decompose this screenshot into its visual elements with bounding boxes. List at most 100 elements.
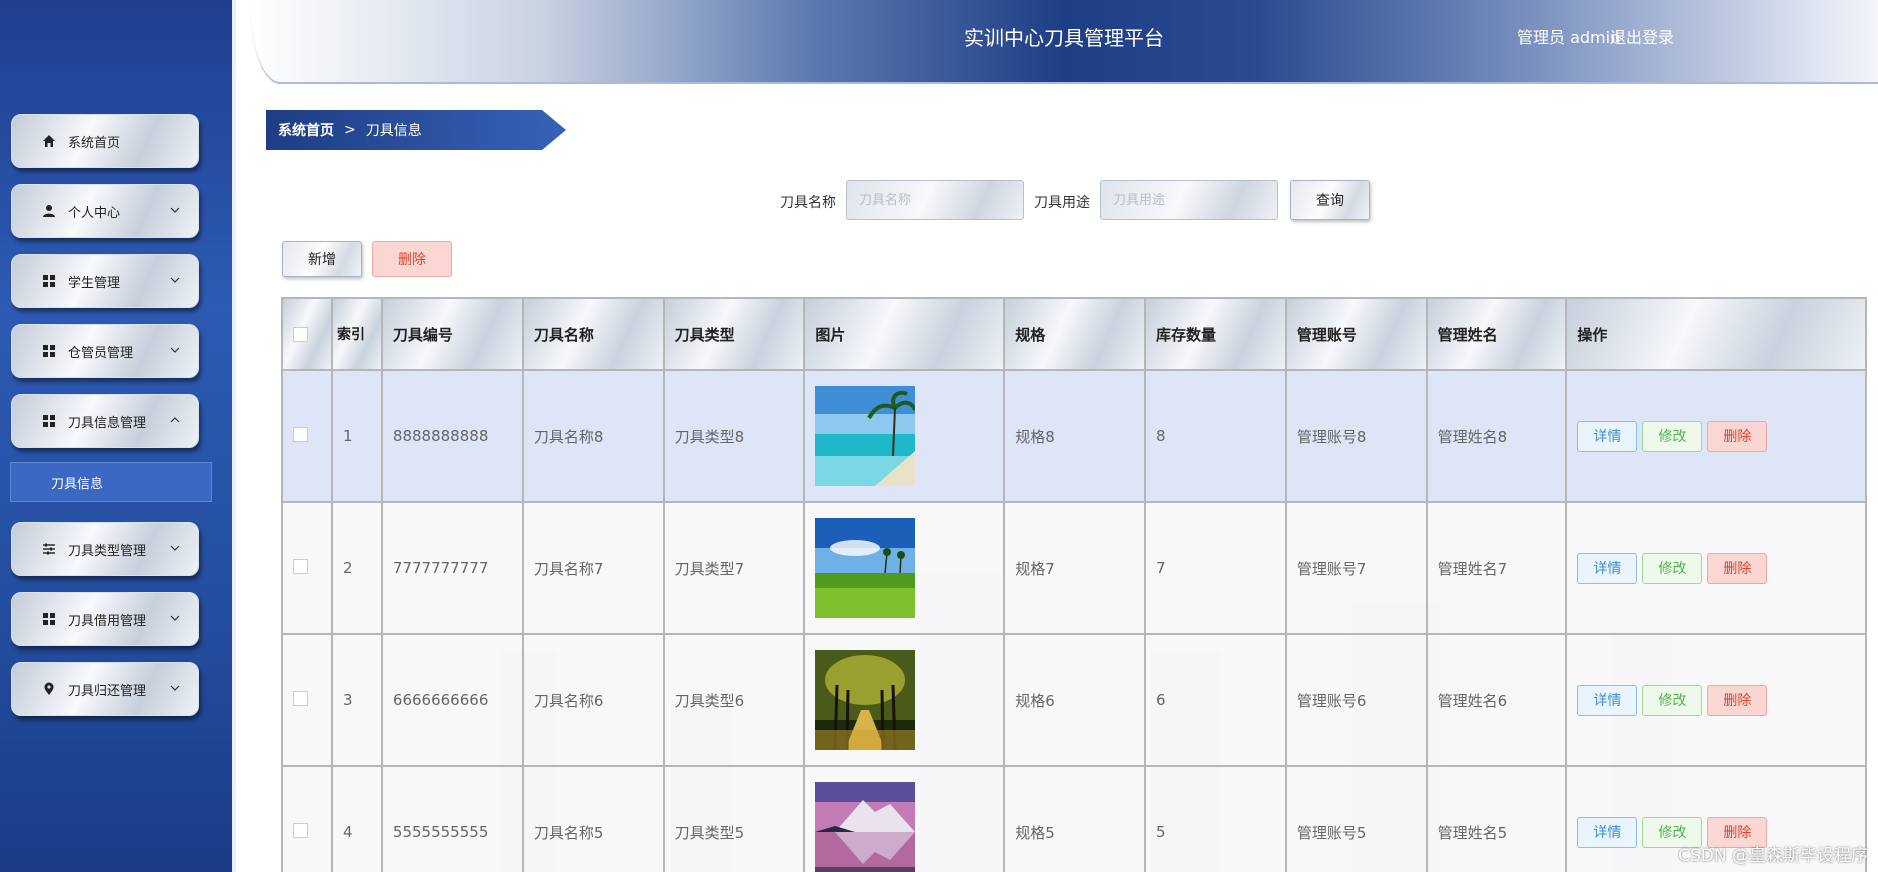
cell-ops: 详情 修改 删除 — [1565, 633, 1867, 767]
chevron-down-icon — [170, 207, 180, 213]
batch-delete-button[interactable]: 删除 — [372, 241, 452, 277]
sidebar-item-label: 学生管理 — [68, 275, 121, 291]
cell-account: 管理账号8 — [1284, 369, 1428, 503]
cell-image — [803, 765, 1006, 872]
home-icon — [42, 134, 56, 148]
location-icon — [42, 682, 56, 696]
beach-photo[interactable] — [815, 386, 916, 486]
cell-manager: 管理姓名6 — [1425, 633, 1568, 767]
edit-button[interactable]: 修改 — [1642, 420, 1703, 452]
column-header-spec: 规格 — [1003, 297, 1147, 371]
cell-index: 4 — [330, 765, 383, 872]
row-select-cell — [281, 765, 333, 872]
sidebar-subitem-tool-info[interactable]: 刀具信息 — [10, 462, 212, 502]
row-checkbox[interactable] — [293, 558, 308, 574]
detail-button[interactable]: 详情 — [1577, 684, 1638, 716]
add-button[interactable]: 新增 — [282, 241, 362, 277]
sidebar-item-warehouse-keepers[interactable]: 仓管员管理 — [11, 324, 199, 378]
row-select-cell — [281, 633, 333, 767]
cell-index: 3 — [330, 633, 383, 767]
mountain-lake-photo[interactable] — [815, 782, 916, 872]
delete-button[interactable]: 删除 — [1707, 420, 1768, 452]
top-header: 实训中心刀具管理平台 管理员 admin 退出登录 — [250, 0, 1878, 84]
cell-image — [803, 369, 1006, 503]
search-name-input[interactable] — [846, 180, 1024, 220]
search-use-label: 刀具用途 — [1034, 195, 1090, 211]
cell-name: 刀具名称8 — [521, 369, 665, 503]
detail-button[interactable]: 详情 — [1577, 420, 1638, 452]
detail-button[interactable]: 详情 — [1577, 816, 1638, 848]
sidebar-item-personal-center[interactable]: 个人中心 — [11, 184, 199, 238]
sidebar-item-label: 刀具借用管理 — [68, 613, 147, 629]
breadcrumb-home[interactable]: 系统首页 — [278, 120, 334, 140]
meadow-photo[interactable] — [815, 518, 916, 618]
breadcrumb-current: 刀具信息 — [365, 123, 422, 139]
column-header-ops: 操作 — [1565, 297, 1867, 371]
row-checkbox[interactable] — [293, 690, 308, 706]
cell-account: 管理账号7 — [1284, 501, 1428, 635]
user-icon — [42, 204, 56, 218]
sidebar-item-label: 个人中心 — [68, 205, 121, 221]
cell-spec: 规格7 — [1003, 501, 1147, 635]
breadcrumb: 系统首页 > 刀具信息 — [266, 110, 566, 150]
row-checkbox[interactable] — [293, 822, 308, 838]
search-use-input[interactable] — [1100, 180, 1278, 220]
cell-manager: 管理姓名5 — [1425, 765, 1568, 872]
cell-stock: 5 — [1144, 765, 1287, 872]
edit-button[interactable]: 修改 — [1642, 684, 1703, 716]
delete-button[interactable]: 删除 — [1707, 684, 1768, 716]
cell-index: 1 — [330, 369, 383, 503]
cell-spec: 规格5 — [1003, 765, 1147, 872]
column-header-manager: 管理姓名 — [1425, 297, 1568, 371]
sidebar-item-label: 刀具归还管理 — [68, 683, 147, 699]
sidebar-item-students[interactable]: 学生管理 — [11, 254, 199, 308]
logout-link[interactable]: 退出登录 — [1610, 24, 1674, 48]
column-header-type: 刀具类型 — [662, 297, 806, 371]
grid-icon — [42, 612, 56, 626]
sidebar-item-tool-borrow[interactable]: 刀具借用管理 — [11, 592, 199, 646]
column-header-stock: 库存数量 — [1144, 297, 1287, 371]
cell-stock: 6 — [1144, 633, 1287, 767]
grid-icon — [42, 344, 56, 358]
cell-name: 刀具名称7 — [521, 501, 665, 635]
chevron-down-icon — [170, 545, 180, 551]
cell-code: 5555555555 — [380, 765, 524, 872]
edit-button[interactable]: 修改 — [1642, 552, 1703, 584]
query-button[interactable]: 查询 — [1290, 180, 1370, 220]
cell-manager: 管理姓名7 — [1425, 501, 1568, 635]
sidebar-item-tool-types[interactable]: 刀具类型管理 — [11, 522, 199, 576]
data-table: 索引 刀具编号 刀具名称 刀具类型 图片 规格 库存数量 管理账号 管理姓名 操… — [281, 297, 1867, 872]
cell-type: 刀具类型8 — [662, 369, 806, 503]
select-all-header[interactable] — [281, 297, 333, 371]
cell-image — [803, 633, 1006, 767]
row-select-cell — [281, 369, 333, 503]
cell-code: 7777777777 — [380, 501, 524, 635]
sliders-icon — [42, 542, 56, 556]
table-row[interactable]: 2 7777777777 刀具名称7 刀具类型7 规格7 7 管理账号7 管理姓… — [281, 501, 1867, 635]
table-row[interactable]: 3 6666666666 刀具名称6 刀具类型6 规格6 6 管理账号6 管理姓… — [281, 633, 1867, 767]
detail-button[interactable]: 详情 — [1577, 552, 1638, 584]
cell-ops: 详情 修改 删除 — [1565, 501, 1867, 635]
chevron-down-icon — [170, 347, 180, 353]
cell-type: 刀具类型5 — [662, 765, 806, 872]
tree-path-photo[interactable] — [815, 650, 916, 750]
select-all-checkbox[interactable] — [293, 327, 308, 342]
sidebar-item-tool-return[interactable]: 刀具归还管理 — [11, 662, 199, 716]
delete-button[interactable]: 删除 — [1707, 552, 1768, 584]
cell-index: 2 — [330, 501, 383, 635]
column-header-image: 图片 — [803, 297, 1006, 371]
table-row[interactable]: 1 8888888888 刀具名称8 刀具类型8 规格8 8 管理账号8 管理姓… — [281, 369, 1867, 503]
cell-stock: 7 — [1144, 501, 1287, 635]
sidebar-item-label: 系统首页 — [68, 135, 121, 151]
sidebar-item-tool-info[interactable]: 刀具信息管理 — [11, 394, 199, 448]
table-row[interactable]: 4 5555555555 刀具名称5 刀具类型5 规格5 5 管理账号5 管理姓… — [281, 765, 1867, 872]
sidebar-item-label: 刀具信息管理 — [68, 415, 147, 431]
search-name-label: 刀具名称 — [780, 195, 836, 211]
grid-icon — [42, 414, 56, 428]
sidebar-item-label: 刀具类型管理 — [68, 543, 147, 559]
chevron-up-icon — [170, 417, 180, 423]
row-checkbox[interactable] — [293, 426, 308, 442]
sidebar-item-home[interactable]: 系统首页 — [11, 114, 199, 168]
column-header-code: 刀具编号 — [380, 297, 524, 371]
sidebar: 系统首页 个人中心 学生管理 仓管员管理 刀具信息管理 刀具信息 刀具类型管理 … — [0, 0, 236, 872]
